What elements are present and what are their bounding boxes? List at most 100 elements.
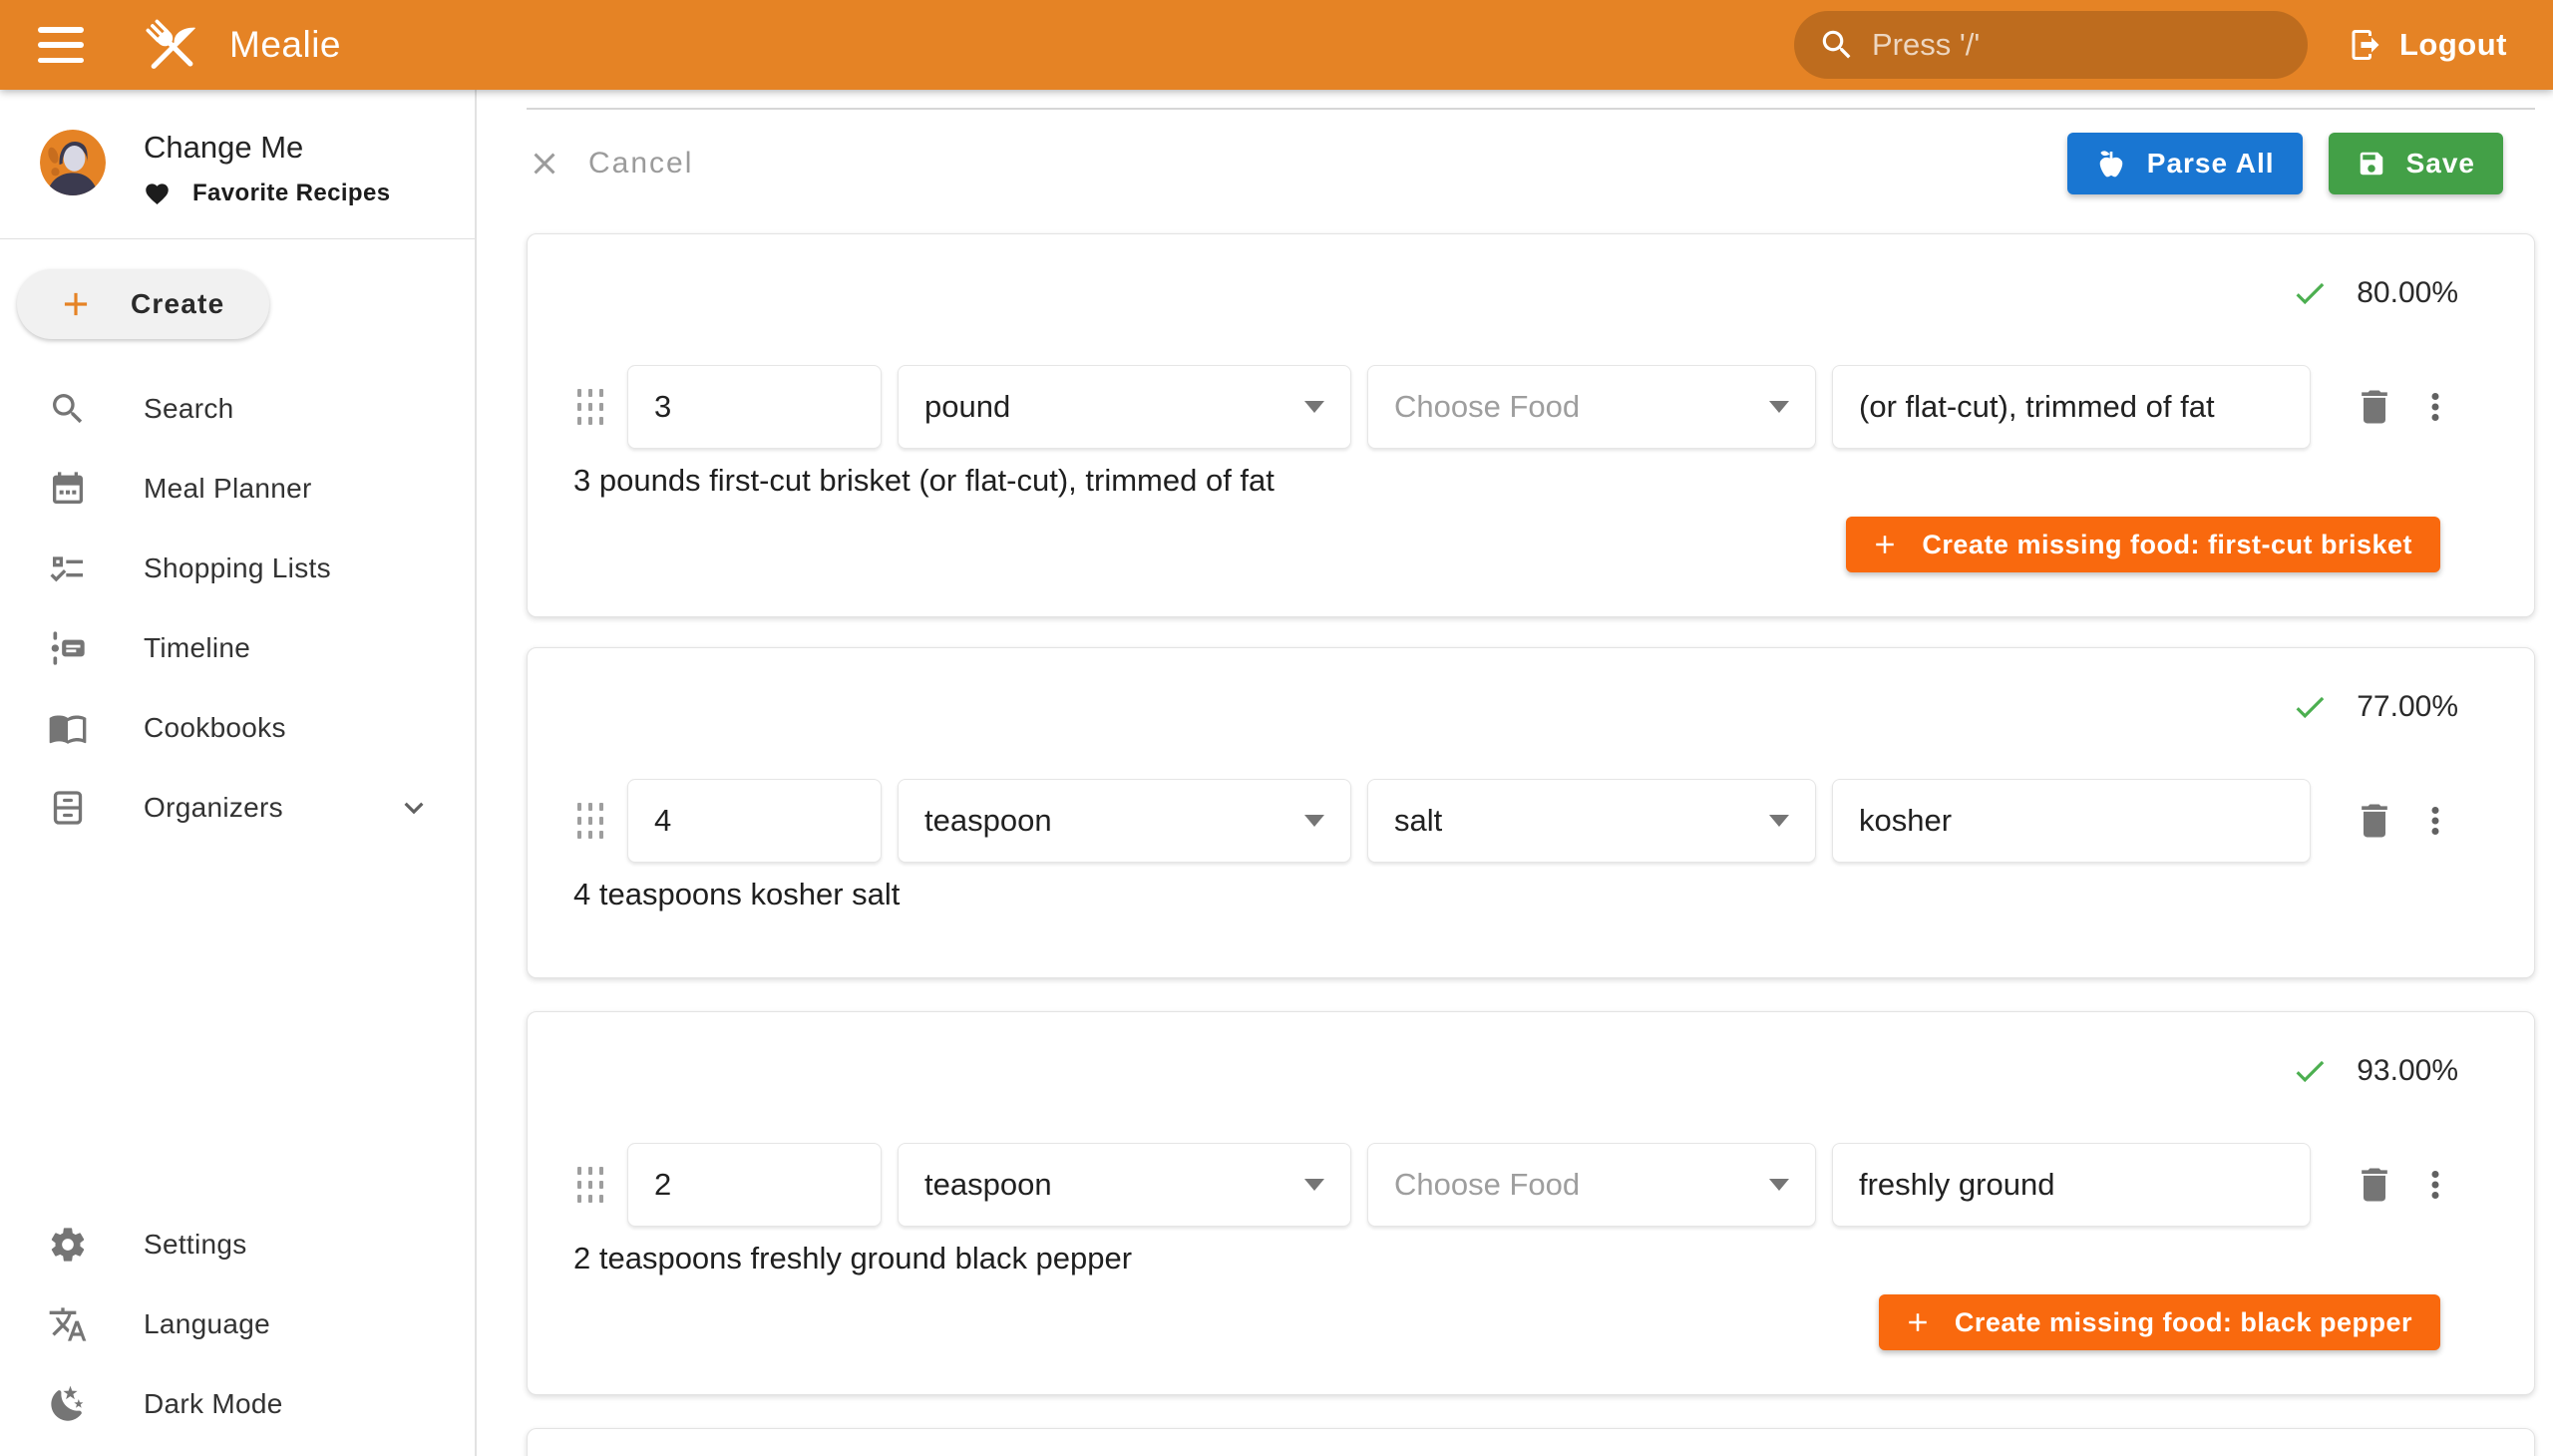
- delete-ingredient-button[interactable]: [2353, 799, 2396, 843]
- plus-icon: [57, 285, 95, 323]
- food-select[interactable]: Choose Food: [1367, 1143, 1816, 1227]
- save-button[interactable]: Save: [2329, 133, 2503, 194]
- ingredient-card: 77.00% 4 teaspoon salt kosher: [527, 647, 2535, 978]
- original-ingredient-text: 3 pounds first-cut brisket (or flat-cut)…: [573, 463, 2488, 499]
- ingredient-fields: 3 pound Choose Food (or flat-cut), trimm…: [573, 365, 2488, 449]
- confidence-row: 77.00%: [573, 682, 2458, 732]
- create-label: Create: [131, 288, 224, 320]
- kebab-icon: [2414, 386, 2456, 428]
- app-title: Mealie: [229, 24, 341, 66]
- create-missing-food-button[interactable]: Create missing food: first-cut brisket: [1846, 517, 2440, 572]
- note-input[interactable]: kosher: [1832, 779, 2311, 863]
- food-select[interactable]: Choose Food: [1367, 365, 1816, 449]
- cabinet-icon: [48, 788, 88, 828]
- sidebar: Change Me Favorite Recipes Create S: [0, 90, 477, 1456]
- dropdown-caret-icon: [1304, 401, 1324, 413]
- ingredient-fields: 2 teaspoon Choose Food freshly ground: [573, 1143, 2488, 1227]
- list-checks-icon: [48, 548, 88, 588]
- quantity-input[interactable]: 4: [627, 779, 882, 863]
- delete-ingredient-button[interactable]: [2353, 385, 2396, 429]
- mealie-app: Mealie Press '/' Logout: [0, 0, 2553, 1456]
- dropdown-caret-icon: [1304, 815, 1324, 827]
- original-ingredient-text: 2 teaspoons freshly ground black pepper: [573, 1241, 2488, 1276]
- dropdown-caret-icon: [1769, 401, 1789, 413]
- create-button[interactable]: Create: [17, 269, 269, 339]
- book-open-icon: [48, 708, 88, 748]
- sidebar-item-search[interactable]: Search: [0, 369, 475, 449]
- search-placeholder: Press '/': [1872, 27, 1980, 63]
- ingredient-fields: 4 teaspoon salt kosher: [573, 779, 2488, 863]
- heart-icon: [144, 181, 171, 207]
- delete-ingredient-button[interactable]: [2353, 1163, 2396, 1207]
- save-icon: [2357, 149, 2386, 179]
- moon-icon: [48, 1384, 88, 1424]
- logout-button[interactable]: Logout: [2342, 26, 2513, 64]
- main-content: Cancel Parse All Save 80: [479, 90, 2553, 1456]
- check-icon: [2291, 688, 2329, 726]
- ingredient-card-partial: [527, 1428, 2535, 1456]
- plus-icon: [1903, 1307, 1933, 1337]
- search-input[interactable]: Press '/': [1794, 11, 2308, 79]
- cancel-button[interactable]: Cancel: [527, 146, 693, 182]
- create-missing-food-button[interactable]: Create missing food: black pepper: [1879, 1294, 2440, 1350]
- drag-handle-icon[interactable]: [573, 1157, 607, 1213]
- menu-icon[interactable]: [38, 27, 86, 63]
- check-icon: [2291, 1052, 2329, 1090]
- chevron-down-icon: [395, 789, 433, 827]
- drag-handle-icon[interactable]: [573, 793, 607, 849]
- search-icon: [1818, 26, 1856, 64]
- mealie-logo-icon: [140, 13, 203, 77]
- logout-icon: [2348, 27, 2383, 63]
- sidebar-item-language[interactable]: Language: [0, 1284, 475, 1364]
- unit-select[interactable]: pound: [898, 365, 1351, 449]
- sidebar-item-cookbooks[interactable]: Cookbooks: [0, 688, 475, 768]
- sidebar-item-meal-planner[interactable]: Meal Planner: [0, 449, 475, 529]
- confidence-row: 80.00%: [573, 268, 2458, 318]
- note-input[interactable]: freshly ground: [1832, 1143, 2311, 1227]
- confidence-value: 93.00%: [2357, 1054, 2458, 1088]
- sidebar-footer: Settings Language Dark Mode: [0, 1205, 475, 1456]
- user-profile: Change Me Favorite Recipes: [0, 90, 475, 239]
- food-select[interactable]: salt: [1367, 779, 1816, 863]
- user-name: Change Me: [144, 130, 390, 166]
- ingredient-menu-button[interactable]: [2414, 1164, 2456, 1206]
- ingredient-card: 93.00% 2 teaspoon Choose Food fr: [527, 1011, 2535, 1395]
- sidebar-item-settings[interactable]: Settings: [0, 1205, 475, 1284]
- parser-toolbar: Cancel Parse All Save: [527, 132, 2535, 195]
- unit-select[interactable]: teaspoon: [898, 779, 1351, 863]
- ingredient-menu-button[interactable]: [2414, 386, 2456, 428]
- favorite-recipes-label: Favorite Recipes: [192, 180, 390, 207]
- sidebar-item-dark-mode[interactable]: Dark Mode: [0, 1364, 475, 1444]
- translate-icon: [48, 1304, 88, 1344]
- quantity-input[interactable]: 2: [627, 1143, 882, 1227]
- calendar-icon: [48, 469, 88, 509]
- kebab-icon: [2414, 1164, 2456, 1206]
- favorite-recipes-link[interactable]: Favorite Recipes: [144, 180, 390, 207]
- app-header: Mealie Press '/' Logout: [0, 0, 2553, 90]
- trash-icon: [2353, 1163, 2396, 1207]
- ingredient-card: 80.00% 3 pound Choose Food (or f: [527, 233, 2535, 617]
- note-input[interactable]: (or flat-cut), trimmed of fat: [1832, 365, 2311, 449]
- confidence-value: 80.00%: [2357, 276, 2458, 310]
- gear-icon: [48, 1225, 88, 1265]
- drag-handle-icon[interactable]: [573, 379, 607, 435]
- logout-label: Logout: [2399, 27, 2507, 63]
- parse-all-button[interactable]: Parse All: [2067, 133, 2303, 194]
- confidence-row: 93.00%: [573, 1046, 2458, 1096]
- sidebar-nav: Search Meal Planner Shopping Lists: [0, 369, 475, 848]
- plus-icon: [1870, 530, 1900, 559]
- magnify-icon: [48, 389, 88, 429]
- unit-select[interactable]: teaspoon: [898, 1143, 1351, 1227]
- check-icon: [2291, 274, 2329, 312]
- original-ingredient-text: 4 teaspoons kosher salt: [573, 877, 2488, 912]
- timeline-icon: [48, 628, 88, 668]
- quantity-input[interactable]: 3: [627, 365, 882, 449]
- sidebar-item-organizers[interactable]: Organizers: [0, 768, 475, 848]
- sidebar-item-timeline[interactable]: Timeline: [0, 608, 475, 688]
- sidebar-item-shopping-lists[interactable]: Shopping Lists: [0, 529, 475, 608]
- ingredient-menu-button[interactable]: [2414, 800, 2456, 842]
- kebab-icon: [2414, 800, 2456, 842]
- dropdown-caret-icon: [1769, 1179, 1789, 1191]
- avatar[interactable]: [40, 130, 106, 195]
- close-icon: [527, 146, 562, 182]
